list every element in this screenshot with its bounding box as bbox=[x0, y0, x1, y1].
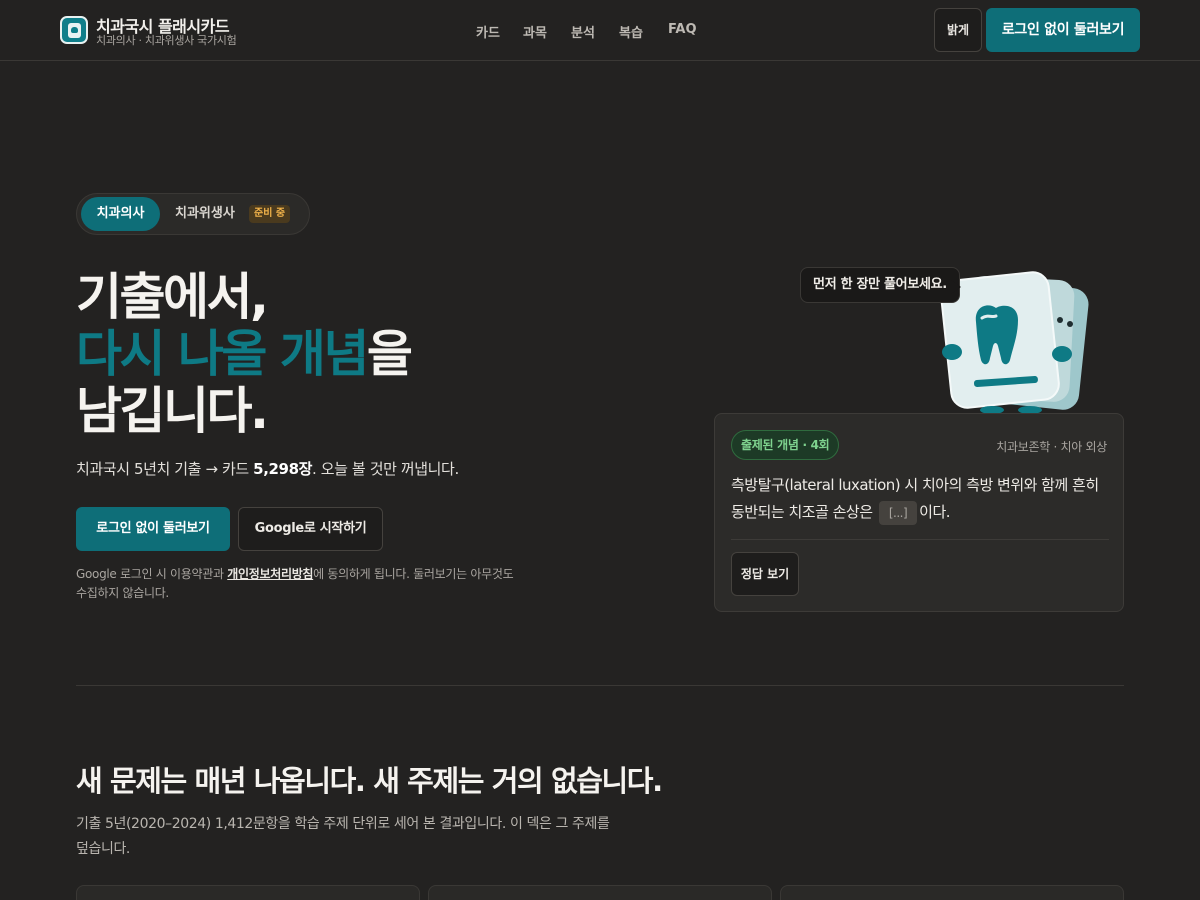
hero-title-accent: 다시 나올 개념 bbox=[76, 325, 369, 383]
consent-text: Google 로그인 시 이용약관과 개인정보처리방침에 동의하게 됩니다. 둘… bbox=[76, 567, 514, 600]
hero-title-particle: 을 bbox=[366, 325, 413, 383]
show-answer-button[interactable]: 정답 보기 bbox=[731, 552, 799, 596]
hero-description: 치과국시 5년치 기출 → 카드 5,298장. 오늘 볼 것만 꺼냅니다. bbox=[76, 460, 459, 478]
nav-analysis[interactable]: 분석 bbox=[571, 22, 595, 41]
hero-title-line-2: 다시 나올 개념을 bbox=[76, 325, 413, 383]
sample-flashcard[interactable]: 출제된 개념 · 4회 치과보존학 · 치아 외상 측방탈구(lateral l… bbox=[714, 413, 1124, 612]
section-divider bbox=[76, 685, 1124, 686]
card-count: 5,298장 bbox=[253, 460, 313, 478]
browse-without-login-button[interactable]: 로그인 없이 둘러보기 bbox=[986, 8, 1140, 52]
card-divider bbox=[731, 539, 1109, 540]
exam-frequency-badge: 출제된 개념 · 4회 bbox=[731, 430, 840, 460]
tab-dental-hygienist[interactable]: 치과위생사 bbox=[175, 197, 235, 231]
cloze-blank: [...] bbox=[878, 500, 918, 525]
nav-subjects[interactable]: 과목 bbox=[523, 22, 547, 41]
card-question: 측방탈구(lateral luxation) 시 치아의 측방 변위와 함께 흔… bbox=[731, 472, 1111, 526]
hero-browse-button[interactable]: 로그인 없이 둘러보기 bbox=[76, 507, 230, 551]
nav-cards[interactable]: 카드 bbox=[476, 22, 500, 41]
mascot-speech-bubble: 먼저 한 장만 풀어보세요. bbox=[800, 267, 960, 303]
nav-faq[interactable]: FAQ bbox=[668, 22, 697, 37]
hero-title-line-1: 기출에서, bbox=[76, 268, 269, 326]
section-description: 기출 5년(2020–2024) 1,412문항을 학습 주제 단위로 세어 본… bbox=[76, 816, 610, 857]
hero-title-line-3: 남깁니다. bbox=[76, 382, 269, 440]
exam-type-toggle: 치과의사 치과위생사 준비 중 bbox=[76, 193, 310, 235]
feature-card bbox=[76, 885, 420, 900]
feature-card bbox=[780, 885, 1124, 900]
speech-bubble-tail bbox=[951, 280, 961, 294]
tab-dentist[interactable]: 치과의사 bbox=[81, 197, 160, 231]
card-subject: 치과보존학 · 치아 외상 bbox=[996, 440, 1107, 454]
nav-review[interactable]: 복습 bbox=[619, 22, 643, 41]
section-title: 새 문제는 매년 나옵니다. 새 주제는 거의 없습니다. bbox=[76, 764, 663, 798]
privacy-policy-link[interactable]: 개인정보처리방침 bbox=[227, 567, 313, 581]
google-start-button[interactable]: Google로 시작하기 bbox=[238, 507, 383, 551]
coming-soon-badge: 준비 중 bbox=[249, 205, 291, 223]
top-header: 치과국시 플래시카드 치과의사 · 치과위생사 국가시험 카드 과목 분석 복습… bbox=[0, 0, 1200, 61]
theme-toggle-button[interactable]: 밝게 bbox=[934, 8, 982, 52]
feature-card bbox=[428, 885, 772, 900]
